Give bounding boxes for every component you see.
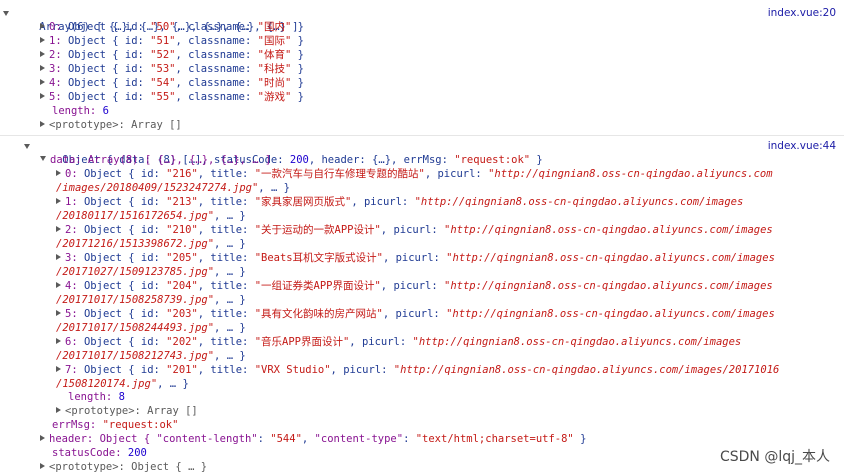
data-item-row-continued: /20171216/1513398672.jpg", … } (56, 238, 246, 250)
expand-triangle-icon[interactable] (40, 435, 45, 441)
array-item-row[interactable]: 0: Object { id: "50", classname: "国内" } (0, 20, 844, 34)
array-item-row[interactable]: 1: Object { id: "51", classname: "国际" } (0, 34, 844, 48)
expand-triangle-icon[interactable] (40, 121, 45, 127)
prototype-row[interactable]: <prototype>: Array [] (0, 118, 844, 132)
data-item-row[interactable]: 3: Object { id: "205", title: "Beats耳机文字… (0, 251, 844, 265)
length-row: length: 6 (52, 105, 109, 117)
data-array-row[interactable]: data: Array(8) [ {…}, {…}, {…}, … ] (0, 153, 844, 167)
expand-triangle-icon[interactable] (56, 407, 61, 413)
source-link[interactable]: index.vue:44 (768, 139, 836, 153)
expand-triangle-icon[interactable] (40, 37, 45, 43)
data-item-row-continued: /images/20180409/1523247274.jpg", … } (56, 182, 290, 194)
expand-triangle-icon[interactable] (56, 198, 61, 204)
expand-triangle-icon[interactable] (40, 93, 45, 99)
data-item-row[interactable]: 6: Object { id: "202", title: "音乐APP界面设计… (0, 335, 844, 349)
data-item-row-continued: /1508120174.jpg", … } (56, 378, 189, 390)
data-item-row[interactable]: 4: Object { id: "204", title: "一组证券类APP界… (0, 279, 844, 293)
expand-triangle-icon[interactable] (40, 463, 45, 469)
data-item-row-continued: /20171027/1509123785.jpg", … } (56, 266, 246, 278)
expand-triangle-icon[interactable] (40, 23, 45, 29)
source-link[interactable]: index.vue:20 (768, 6, 836, 20)
expand-triangle-icon[interactable] (56, 338, 61, 344)
data-item-row[interactable]: 7: Object { id: "201", title: "VRX Studi… (0, 363, 844, 377)
expand-triangle-icon[interactable] (56, 366, 61, 372)
array-item-row[interactable]: 5: Object { id: "55", classname: "游戏" } (0, 90, 844, 104)
data-item-row[interactable]: 2: Object { id: "210", title: "关于运动的一款AP… (0, 223, 844, 237)
expand-triangle-icon[interactable] (40, 51, 45, 57)
expand-triangle-icon[interactable] (40, 156, 46, 161)
object-summary-row[interactable]: Object { data: (8) […], statusCode: 200,… (0, 139, 844, 166)
expand-triangle-icon[interactable] (56, 170, 61, 176)
data-item-row[interactable]: 5: Object { id: "203", title: "具有文化韵味的房产… (0, 307, 844, 321)
expand-triangle-icon[interactable] (40, 79, 45, 85)
data-item-row-continued: /20180117/1516172654.jpg", … } (56, 210, 246, 222)
expand-triangle-icon[interactable] (24, 144, 30, 149)
data-length-row: length: 8 (68, 391, 125, 403)
data-item-row[interactable]: 1: Object { id: "213", title: "家具家居网页版式"… (0, 195, 844, 209)
expand-triangle-icon[interactable] (56, 310, 61, 316)
data-item-row-continued: /20171017/1508258739.jpg", … } (56, 294, 246, 306)
array-item-row[interactable]: 4: Object { id: "54", classname: "时尚" } (0, 76, 844, 90)
status-code-row: statusCode: 200 (52, 447, 147, 459)
expand-triangle-icon[interactable] (56, 282, 61, 288)
data-item-row-continued: /20171017/1508212743.jpg", … } (56, 350, 246, 362)
data-item-row[interactable]: 0: Object { id: "216", title: "一款汽车与自行车修… (0, 167, 844, 181)
data-item-row-continued: /20171017/1508244493.jpg", … } (56, 322, 246, 334)
watermark: CSDN @lqj_本人 (719, 449, 830, 465)
errmsg-row: errMsg: "request:ok" (52, 419, 179, 431)
array-summary-row[interactable]: Array(6) [ {…}, {…}, {…}, {…}, {…}, {…} … (0, 6, 844, 33)
expand-triangle-icon[interactable] (56, 226, 61, 232)
header-row[interactable]: header: Object { "content-length": "544"… (0, 432, 844, 446)
divider (0, 135, 844, 136)
data-prototype-row[interactable]: <prototype>: Array [] (0, 404, 844, 418)
expand-triangle-icon[interactable] (3, 11, 9, 16)
array-item-row[interactable]: 2: Object { id: "52", classname: "体育" } (0, 48, 844, 62)
expand-triangle-icon[interactable] (40, 65, 45, 71)
expand-triangle-icon[interactable] (56, 254, 61, 260)
array-item-row[interactable]: 3: Object { id: "53", classname: "科技" } (0, 62, 844, 76)
